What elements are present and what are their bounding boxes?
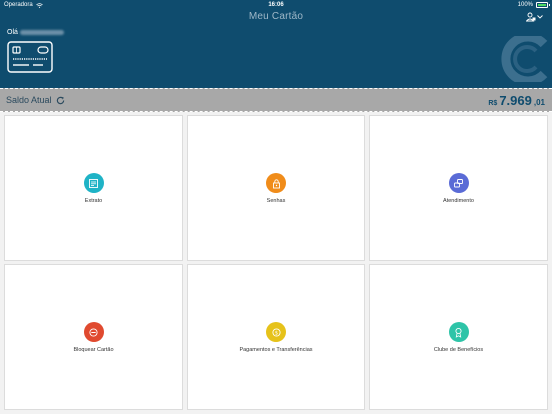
battery-indicator: 100%	[517, 2, 550, 8]
balance-amount: R$ 7.969 ,01	[488, 93, 545, 108]
lock-icon	[266, 173, 286, 193]
refresh-icon[interactable]	[56, 96, 65, 105]
svg-text:$: $	[274, 330, 277, 336]
page-title: Meu Cartão	[248, 11, 304, 22]
user-lock-icon	[526, 12, 536, 22]
tile-label: Atendimento	[443, 198, 474, 204]
balance-currency: R$	[488, 100, 498, 107]
tile-label: Pagamentos e Transferências	[239, 347, 313, 353]
tile-label: Extrato	[84, 198, 103, 204]
balance-decimal: ,01	[533, 98, 545, 107]
tile-extrato[interactable]: Extrato	[4, 115, 183, 261]
balance-integer: 7.969	[499, 93, 532, 108]
account-menu-button[interactable]	[526, 11, 544, 23]
tile-label: Senhas	[266, 198, 286, 204]
app-header: Operadora 16:06 100% Meu Cartão Olá	[0, 0, 552, 88]
tile-label: Bloquear Cartão	[73, 347, 114, 353]
battery-icon	[536, 2, 550, 8]
tile-atendimento[interactable]: Atendimento	[369, 115, 548, 261]
chevron-down-icon	[537, 15, 543, 19]
tile-bloquear-cartao[interactable]: Bloquear Cartão	[4, 264, 183, 410]
status-bar: Operadora 16:06 100%	[0, 0, 552, 10]
balance-label: Saldo Atual	[6, 95, 52, 105]
greeting-text: Olá	[7, 29, 18, 36]
block-icon	[83, 322, 104, 342]
balance-label-group: Saldo Atual	[6, 95, 65, 105]
statement-icon	[83, 173, 104, 193]
status-time: 16:06	[268, 2, 284, 8]
greeting: Olá	[7, 29, 64, 36]
tile-clube-beneficios[interactable]: Clube de Benefícios	[369, 264, 548, 410]
battery-percent: 100%	[517, 2, 533, 8]
user-name-blurred	[19, 30, 64, 35]
coin-icon: $	[266, 322, 286, 342]
tile-label: Clube de Benefícios	[433, 347, 484, 353]
tile-senhas[interactable]: Senhas	[187, 115, 365, 261]
brand-logo-icon	[501, 36, 548, 82]
award-icon	[448, 322, 469, 342]
balance-bar: Saldo Atual R$ 7.969 ,01	[0, 88, 552, 112]
tile-pagamentos[interactable]: $ Pagamentos e Transferências	[187, 264, 365, 410]
chat-icon	[448, 173, 469, 193]
credit-card-icon	[7, 41, 53, 73]
